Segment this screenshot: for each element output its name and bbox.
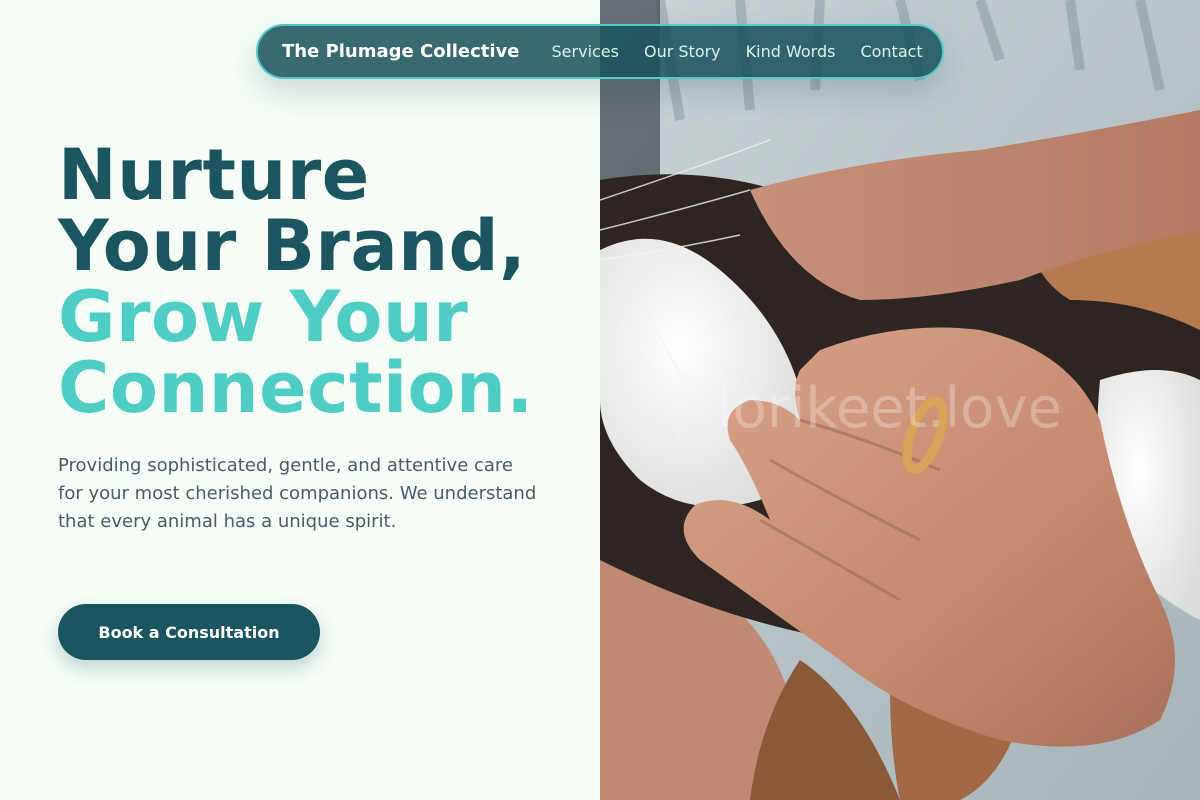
hero-photo: lorikeet.love [600, 0, 1200, 800]
brand-logo[interactable]: The Plumage Collective [282, 41, 520, 62]
nav-link-contact[interactable]: Contact [860, 42, 922, 61]
headline-line-1: Nurture [58, 134, 370, 216]
book-consultation-button[interactable]: Book a Consultation [58, 604, 320, 660]
hero-description: Providing sophisticated, gentle, and att… [58, 455, 537, 532]
nav-link-services[interactable]: Services [552, 42, 619, 61]
hero-headline: Nurture Your Brand, Grow Your Connection… [58, 140, 598, 424]
navbar: The Plumage Collective Services Our Stor… [256, 24, 944, 79]
nav-link-kind-words[interactable]: Kind Words [746, 42, 836, 61]
headline-line-4: Connection. [58, 347, 534, 429]
photo-watermark: lorikeet.love [717, 376, 1062, 441]
headline-line-3: Grow Your [58, 276, 469, 358]
headline-line-2: Your Brand, [58, 205, 527, 287]
nav-links: Services Our Story Kind Words Contact [552, 42, 923, 61]
nav-link-our-story[interactable]: Our Story [644, 42, 721, 61]
